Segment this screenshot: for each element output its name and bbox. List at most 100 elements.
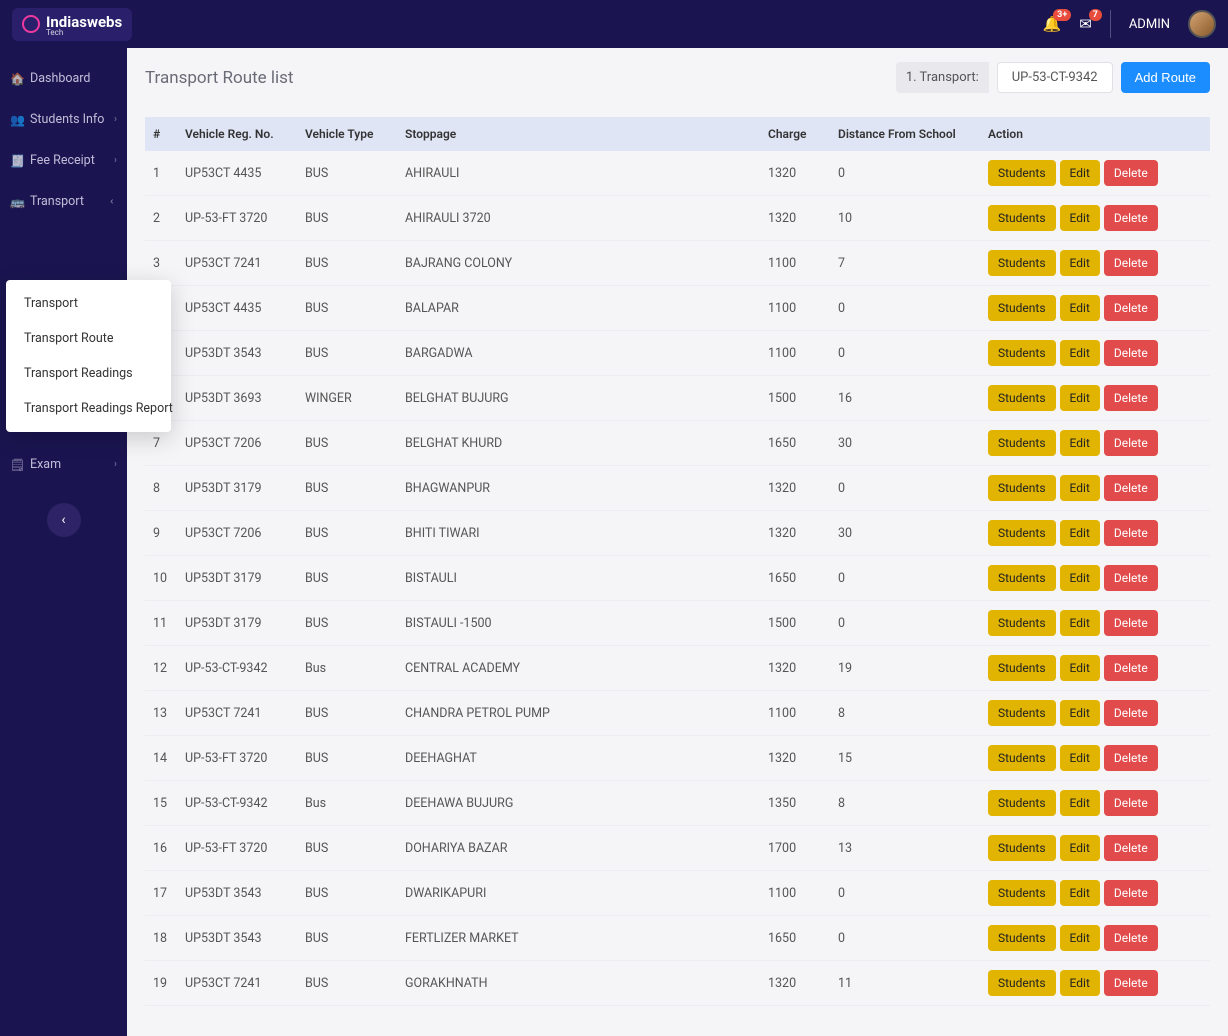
edit-button[interactable]: Edit [1060,340,1100,366]
edit-button[interactable]: Edit [1060,790,1100,816]
delete-button[interactable]: Delete [1104,610,1158,636]
edit-button[interactable]: Edit [1060,295,1100,321]
cell-stop: DWARIKAPURI [397,871,760,916]
delete-button[interactable]: Delete [1104,430,1158,456]
add-route-button[interactable]: Add Route [1121,62,1210,93]
cell-dist: 0 [830,556,980,601]
cell-type: BUS [297,241,397,286]
students-button[interactable]: Students [988,475,1056,501]
nav-icon: 🚌 [10,195,24,209]
cell-index: 2 [145,196,177,241]
students-button[interactable]: Students [988,340,1056,366]
edit-button[interactable]: Edit [1060,160,1100,186]
delete-button[interactable]: Delete [1104,340,1158,366]
cell-stop: BISTAULI -1500 [397,601,760,646]
edit-button[interactable]: Edit [1060,610,1100,636]
bell-icon[interactable]: 🔔3+ [1043,15,1062,33]
edit-button[interactable]: Edit [1060,655,1100,681]
edit-button[interactable]: Edit [1060,475,1100,501]
delete-button[interactable]: Delete [1104,925,1158,951]
delete-button[interactable]: Delete [1104,655,1158,681]
cell-type: BUS [297,601,397,646]
edit-button[interactable]: Edit [1060,205,1100,231]
edit-button[interactable]: Edit [1060,430,1100,456]
chevron-right-icon: › [114,114,117,125]
students-button[interactable]: Students [988,880,1056,906]
edit-button[interactable]: Edit [1060,700,1100,726]
edit-button[interactable]: Edit [1060,250,1100,276]
delete-button[interactable]: Delete [1104,295,1158,321]
delete-button[interactable]: Delete [1104,970,1158,996]
brand-logo[interactable]: Indiaswebs Tech [12,8,132,41]
delete-button[interactable]: Delete [1104,385,1158,411]
students-button[interactable]: Students [988,385,1056,411]
students-button[interactable]: Students [988,565,1056,591]
delete-button[interactable]: Delete [1104,250,1158,276]
students-button[interactable]: Students [988,250,1056,276]
delete-button[interactable]: Delete [1104,790,1158,816]
mail-badge: 7 [1089,9,1102,21]
delete-button[interactable]: Delete [1104,520,1158,546]
cell-type: BUS [297,331,397,376]
delete-button[interactable]: Delete [1104,160,1158,186]
cell-actions: StudentsEditDelete [980,511,1210,556]
students-button[interactable]: Students [988,790,1056,816]
edit-button[interactable]: Edit [1060,520,1100,546]
delete-button[interactable]: Delete [1104,700,1158,726]
delete-button[interactable]: Delete [1104,205,1158,231]
edit-button[interactable]: Edit [1060,880,1100,906]
sidebar-item-transport[interactable]: 🚌Transport⌄ [0,181,127,222]
cell-reg: UP53CT 7241 [177,691,297,736]
transport-selector[interactable]: UP-53-CT-9342 [997,62,1113,93]
delete-button[interactable]: Delete [1104,835,1158,861]
cell-stop: CENTRAL ACADEMY [397,646,760,691]
mail-icon[interactable]: ✉7 [1079,15,1092,33]
table-row: 3UP53CT 7241BUSBAJRANG COLONY11007Studen… [145,241,1210,286]
avatar[interactable] [1188,10,1216,38]
brand-sub: Tech [46,29,122,37]
students-button[interactable]: Students [988,700,1056,726]
edit-button[interactable]: Edit [1060,970,1100,996]
edit-button[interactable]: Edit [1060,925,1100,951]
students-button[interactable]: Students [988,745,1056,771]
delete-button[interactable]: Delete [1104,880,1158,906]
delete-button[interactable]: Delete [1104,565,1158,591]
students-button[interactable]: Students [988,520,1056,546]
sidebar-item-fee-receipt[interactable]: 🧾Fee Receipt› [0,140,127,181]
edit-button[interactable]: Edit [1060,745,1100,771]
sidebar-item-exam[interactable]: 🗒Exam› [0,444,127,485]
edit-button[interactable]: Edit [1060,835,1100,861]
sidebar-collapse-button[interactable]: ‹ [47,503,81,537]
students-button[interactable]: Students [988,610,1056,636]
edit-button[interactable]: Edit [1060,385,1100,411]
students-button[interactable]: Students [988,655,1056,681]
submenu-item-transport-readings[interactable]: Transport Readings [6,356,171,391]
cell-actions: StudentsEditDelete [980,916,1210,961]
cell-charge: 1320 [760,646,830,691]
delete-button[interactable]: Delete [1104,745,1158,771]
cell-reg: UP53DT 3543 [177,871,297,916]
table-row: 10UP53DT 3179BUSBISTAULI16500StudentsEdi… [145,556,1210,601]
students-button[interactable]: Students [988,430,1056,456]
students-button[interactable]: Students [988,835,1056,861]
submenu-item-transport-route[interactable]: Transport Route [6,321,171,356]
students-button[interactable]: Students [988,295,1056,321]
col-header: Stoppage [397,117,760,151]
cell-charge: 1650 [760,421,830,466]
cell-charge: 1320 [760,961,830,1006]
students-button[interactable]: Students [988,970,1056,996]
submenu-item-transport[interactable]: Transport [6,286,171,321]
sidebar-item-dashboard[interactable]: 🏠Dashboard [0,58,127,99]
students-button[interactable]: Students [988,925,1056,951]
table-row: 12UP-53-CT-9342BusCENTRAL ACADEMY132019S… [145,646,1210,691]
admin-label[interactable]: ADMIN [1129,17,1170,32]
cell-stop: BISTAULI [397,556,760,601]
table-row: 11UP53DT 3179BUSBISTAULI -150015000Stude… [145,601,1210,646]
submenu-item-transport-readings-report[interactable]: Transport Readings Report [6,391,171,426]
students-button[interactable]: Students [988,205,1056,231]
edit-button[interactable]: Edit [1060,565,1100,591]
cell-actions: StudentsEditDelete [980,556,1210,601]
sidebar-item-students-info[interactable]: 👥Students Info› [0,99,127,140]
students-button[interactable]: Students [988,160,1056,186]
delete-button[interactable]: Delete [1104,475,1158,501]
